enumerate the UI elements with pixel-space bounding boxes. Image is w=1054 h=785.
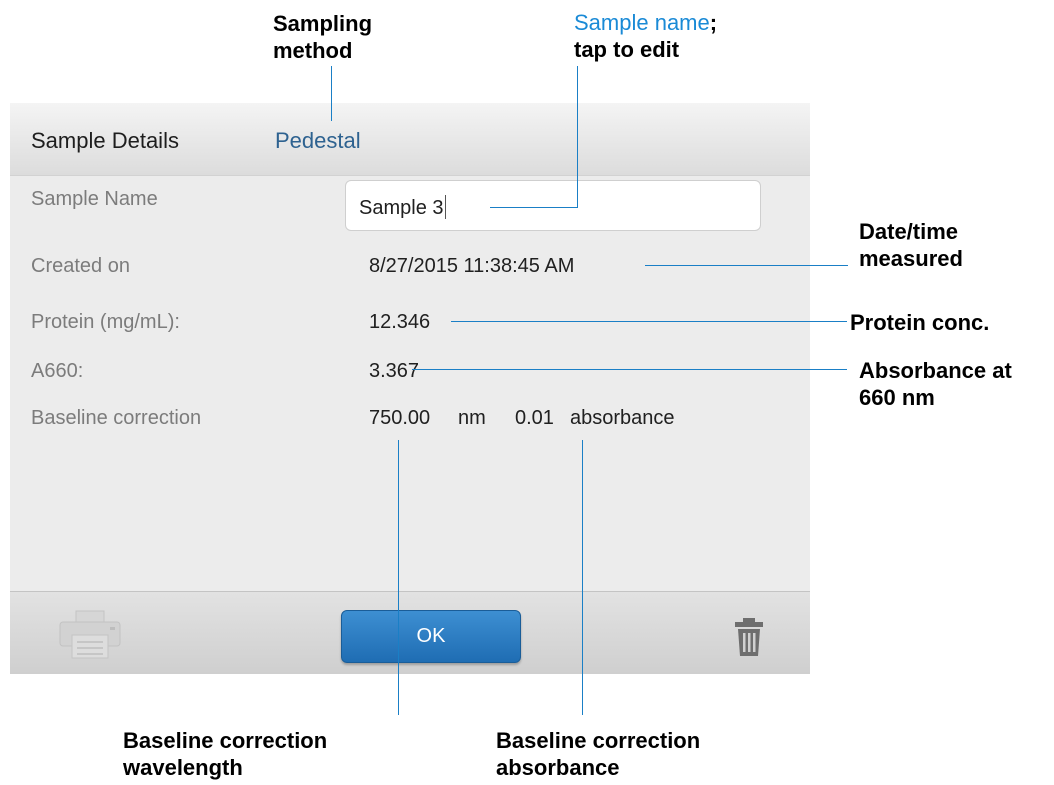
callout-sample-name: Sample name; tap to edit [574,9,717,63]
dialog-header: Sample Details Pedestal [10,103,810,176]
leader-line-sampling-method [331,66,332,121]
baseline-absorbance-unit: absorbance [570,407,675,429]
callout-baseline-absorbance-line2: absorbance [496,755,620,780]
sample-name-value[interactable]: Sample 3 [359,195,446,220]
protein-value: 12.346 [369,311,431,333]
dialog-footer: OK [10,591,810,674]
dialog-title: Sample Details [31,128,179,153]
trash-icon [735,618,763,656]
callout-sampling-method-line2: method [273,38,353,63]
leader-line-sample-name-horizontal [490,207,578,208]
baseline-wavelength-unit: nm [458,407,486,429]
created-on-label: Created on [31,255,130,277]
protein-label: Protein (mg/mL): [31,311,180,333]
sample-name-text: Sample 3 [359,197,444,219]
callout-absorbance-line2: 660 nm [859,385,935,410]
a660-value: 3.367 [369,360,420,382]
callout-baseline-wavelength: Baseline correction wavelength [123,727,327,781]
callout-protein: Protein conc. [850,309,989,336]
ok-button[interactable]: OK [341,610,521,663]
leader-line-absorbance [412,369,847,370]
callout-protein-line1: Protein conc. [850,310,990,335]
callout-sampling-method: Sampling method [273,10,372,64]
callout-sampling-method-line1: Sampling [273,11,373,36]
callout-sample-name-label: Sample name [574,10,710,35]
callout-baseline-wavelength-line2: wavelength [123,755,243,780]
a660-label: A660: [31,360,84,382]
baseline-absorbance-value: 0.01 [515,407,554,429]
callout-baseline-absorbance: Baseline correction absorbance [496,727,700,781]
leader-line-baseline-wavelength [398,440,399,715]
callout-absorbance: Absorbance at 660 nm [859,357,1012,411]
sampling-method-label: Pedestal [275,128,361,153]
sample-name-input[interactable]: Sample 3 [345,180,761,231]
callout-baseline-absorbance-line1: Baseline correction [496,728,701,753]
callout-sample-name-punct: ; [709,10,718,35]
sample-details-dialog: Sample Details Pedestal Sample Name Samp… [10,103,810,674]
callout-baseline-wavelength-line1: Baseline correction [123,728,328,753]
callout-date-time-line1: Date/time [859,219,959,244]
leader-line-protein [451,321,847,322]
callout-sample-name-line2: tap to edit [574,37,680,62]
delete-button[interactable] [732,618,766,656]
leader-line-baseline-absorbance [582,440,583,715]
baseline-correction-label: Baseline correction [31,407,202,429]
created-on-value: 8/27/2015 11:38:45 AM [369,255,575,277]
sample-name-label: Sample Name [31,188,158,210]
printer-icon [59,610,121,659]
callout-date-time: Date/time measured [859,218,963,272]
callout-absorbance-line1: Absorbance at [859,358,1012,383]
baseline-wavelength-value: 750.00 [369,407,431,429]
callout-date-time-line2: measured [859,246,963,271]
text-cursor [444,195,446,219]
print-button[interactable] [58,609,122,659]
leader-line-sample-name-vertical [577,66,578,208]
leader-line-date-time [645,265,848,266]
callout-sample-name-line1: Sample name; [574,9,717,36]
